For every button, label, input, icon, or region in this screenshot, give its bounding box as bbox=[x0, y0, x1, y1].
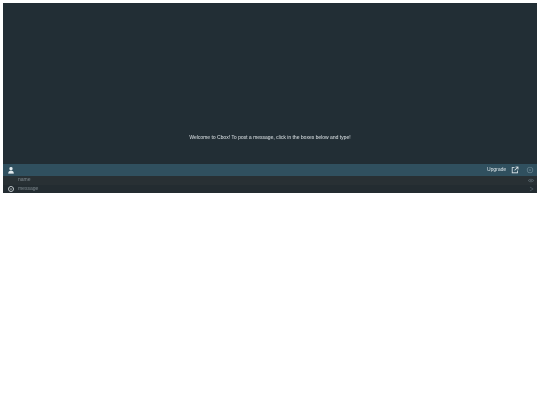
message-area: Welcome to Cbox! To post a message, clic… bbox=[3, 3, 537, 164]
message-input[interactable] bbox=[18, 185, 518, 193]
send-icon[interactable] bbox=[529, 186, 534, 192]
emoji-icon[interactable] bbox=[8, 186, 14, 192]
name-input[interactable] bbox=[18, 176, 518, 185]
name-row bbox=[3, 176, 537, 185]
external-link-icon[interactable] bbox=[511, 166, 519, 174]
chat-toolbar: Upgrade bbox=[3, 164, 537, 176]
upgrade-link[interactable]: Upgrade bbox=[487, 166, 506, 174]
welcome-message: Welcome to Cbox! To post a message, clic… bbox=[189, 135, 351, 141]
user-icon[interactable] bbox=[7, 166, 15, 174]
eye-icon[interactable] bbox=[528, 178, 534, 183]
menu-icon[interactable] bbox=[526, 166, 534, 174]
chat-box: Welcome to Cbox! To post a message, clic… bbox=[3, 3, 537, 193]
message-row bbox=[3, 185, 537, 193]
